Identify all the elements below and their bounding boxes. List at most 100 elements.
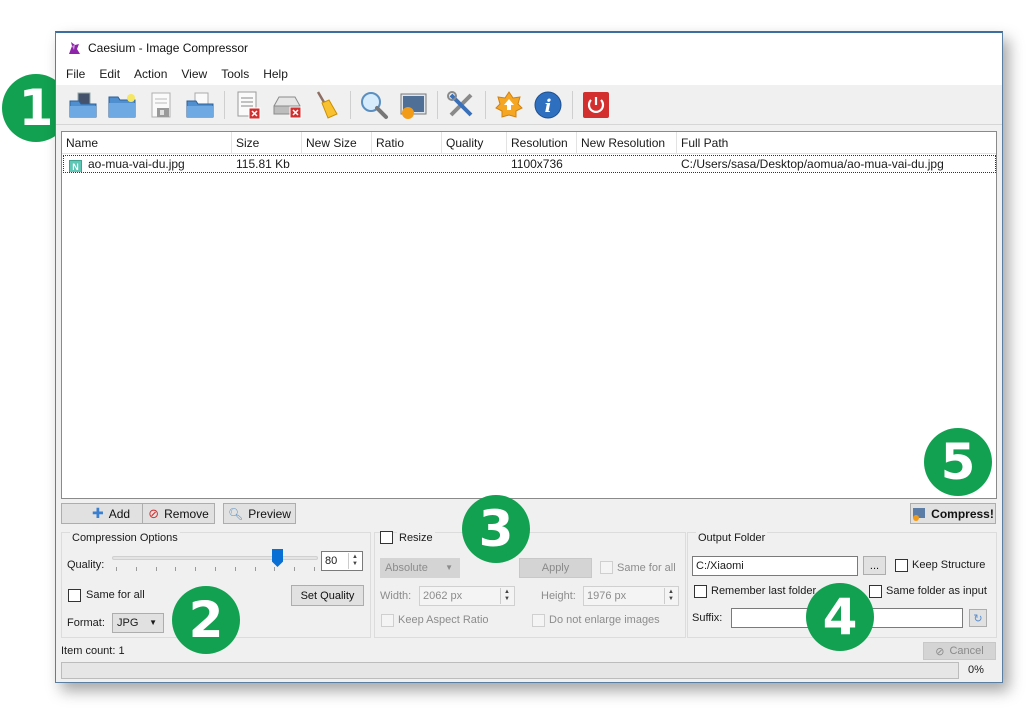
menu-tools[interactable]: Tools: [214, 67, 256, 81]
info-icon: i: [534, 91, 562, 118]
preview-image-icon: [400, 93, 427, 119]
menu-view[interactable]: View: [174, 67, 214, 81]
info-button[interactable]: i: [531, 88, 565, 122]
width-value: 2062 px: [423, 590, 463, 602]
column-header-new-size[interactable]: New Size: [302, 132, 372, 153]
menu-file[interactable]: File: [59, 67, 92, 81]
output-folder-input[interactable]: C:/Xiaomi: [692, 556, 858, 576]
do-not-enlarge-checkbox[interactable]: [532, 614, 545, 627]
table-row[interactable]: Nao-mua-vai-du.jpg 115.81 Kb 1100x736 C:…: [63, 155, 996, 173]
remove-item-button[interactable]: [231, 88, 265, 122]
slider-tick: [215, 567, 216, 571]
compress-button[interactable]: Compress!: [910, 503, 996, 524]
clear-drive-icon: [273, 96, 302, 118]
annotation-badge-5: 5: [924, 428, 992, 496]
cell-resolution: 1100x736: [511, 157, 563, 171]
column-header-ratio[interactable]: Ratio: [372, 132, 442, 153]
save-list-button[interactable]: [144, 88, 178, 122]
same-for-all-checkbox[interactable]: [68, 589, 81, 602]
column-header-quality[interactable]: Quality: [442, 132, 507, 153]
do-not-enlarge-label: Do not enlarge images: [549, 614, 660, 626]
annotation-badge-3: 3: [462, 495, 530, 563]
search-button[interactable]: [357, 88, 391, 122]
output-folder-title: Output Folder: [696, 532, 768, 544]
slider-tick: [234, 567, 236, 571]
same-for-all-label: Same for all: [86, 589, 145, 601]
add-label: Add: [108, 506, 131, 521]
slider-tick: [175, 567, 177, 571]
format-label: Format:: [67, 617, 105, 629]
open-folder-button[interactable]: [105, 88, 139, 122]
cancel-button[interactable]: ⊘ Cancel: [923, 642, 996, 660]
toolbar-separator: [350, 90, 351, 119]
quality-value: 80: [325, 555, 338, 567]
format-select[interactable]: JPG ▼: [112, 613, 164, 633]
refresh-icon: ↻: [973, 612, 983, 625]
keep-structure-checkbox[interactable]: [895, 559, 908, 572]
resize-title: Resize: [397, 532, 435, 544]
remove-button[interactable]: ⊘ Remove: [142, 503, 215, 524]
spin-arrows-icon[interactable]: ▲ ▼: [664, 588, 677, 604]
open-list-icon: [186, 92, 214, 117]
file-icon: N: [69, 160, 82, 172]
quality-slider[interactable]: [112, 556, 318, 560]
open-files-button[interactable]: [66, 88, 100, 122]
spin-arrows-icon[interactable]: ▲ ▼: [500, 588, 513, 604]
column-header-name[interactable]: Name: [62, 132, 232, 153]
same-folder-as-input-checkbox[interactable]: [869, 585, 882, 598]
resize-checkbox[interactable]: [380, 531, 393, 544]
spin-arrows-icon[interactable]: ▲ ▼: [348, 553, 361, 569]
resize-mode-select[interactable]: Absolute ▼: [380, 558, 460, 578]
svg-text:i: i: [545, 96, 552, 117]
preview-button[interactable]: 🔍︎ Preview: [223, 503, 296, 524]
broom-icon: [316, 90, 338, 119]
quality-label: Quality:: [67, 559, 105, 571]
cell-quality: [443, 156, 508, 172]
width-spinbox[interactable]: 2062 px ▲ ▼: [419, 586, 515, 606]
browse-button[interactable]: ...: [863, 556, 886, 575]
remember-last-folder-label: Remember last folder: [711, 585, 817, 597]
format-value: JPG: [117, 617, 139, 629]
exit-button[interactable]: [579, 88, 613, 122]
column-header-new-resolution[interactable]: New Resolution: [577, 132, 677, 153]
open-files-icon: [69, 92, 97, 117]
clear-drive-button[interactable]: [270, 88, 304, 122]
height-spinbox[interactable]: 1976 px ▲ ▼: [583, 586, 679, 606]
update-button[interactable]: [492, 88, 526, 122]
keep-aspect-ratio-checkbox[interactable]: [381, 614, 394, 627]
open-list-button[interactable]: [183, 88, 217, 122]
progress-text: 0%: [968, 664, 984, 676]
slider-tick: [195, 567, 197, 571]
menu-edit[interactable]: Edit: [92, 67, 127, 81]
resize-same-for-all-label: Same for all: [617, 562, 676, 574]
remember-last-folder-checkbox[interactable]: [694, 585, 707, 598]
cancel-icon: ⊘: [935, 645, 945, 658]
file-list[interactable]: Name Size New Size Ratio Quality Resolut…: [61, 131, 997, 499]
set-quality-button[interactable]: Set Quality: [291, 585, 364, 606]
search-icon: [361, 91, 388, 119]
settings-tools-icon: [447, 90, 473, 116]
column-header-resolution[interactable]: Resolution: [507, 132, 577, 153]
toolbar-separator: [437, 90, 438, 119]
reset-suffix-button[interactable]: ↻: [969, 609, 987, 627]
toolbar-separator: [224, 90, 225, 119]
quality-spinbox[interactable]: 80 ▲ ▼: [321, 551, 363, 571]
toolbar-separator: [485, 90, 486, 119]
preview-image-button[interactable]: [396, 88, 430, 122]
menu-action[interactable]: Action: [127, 67, 174, 81]
settings-button[interactable]: [444, 88, 478, 122]
quality-slider-handle[interactable]: [272, 549, 283, 567]
menu-help[interactable]: Help: [256, 67, 295, 81]
compress-icon: [913, 507, 926, 521]
width-label: Width:: [380, 590, 412, 602]
cell-ratio: [373, 156, 443, 172]
column-header-size[interactable]: Size: [232, 132, 302, 153]
apply-button[interactable]: Apply: [519, 558, 592, 578]
resize-same-for-all-checkbox[interactable]: [600, 561, 613, 574]
cell-size: 115.81 Kb: [236, 157, 290, 171]
remove-icon: ⊘: [148, 505, 160, 521]
caesium-logo-icon: [69, 42, 80, 54]
column-header-full-path[interactable]: Full Path: [677, 132, 996, 153]
compression-options-title: Compression Options: [70, 532, 180, 544]
clean-list-button[interactable]: [309, 88, 343, 122]
